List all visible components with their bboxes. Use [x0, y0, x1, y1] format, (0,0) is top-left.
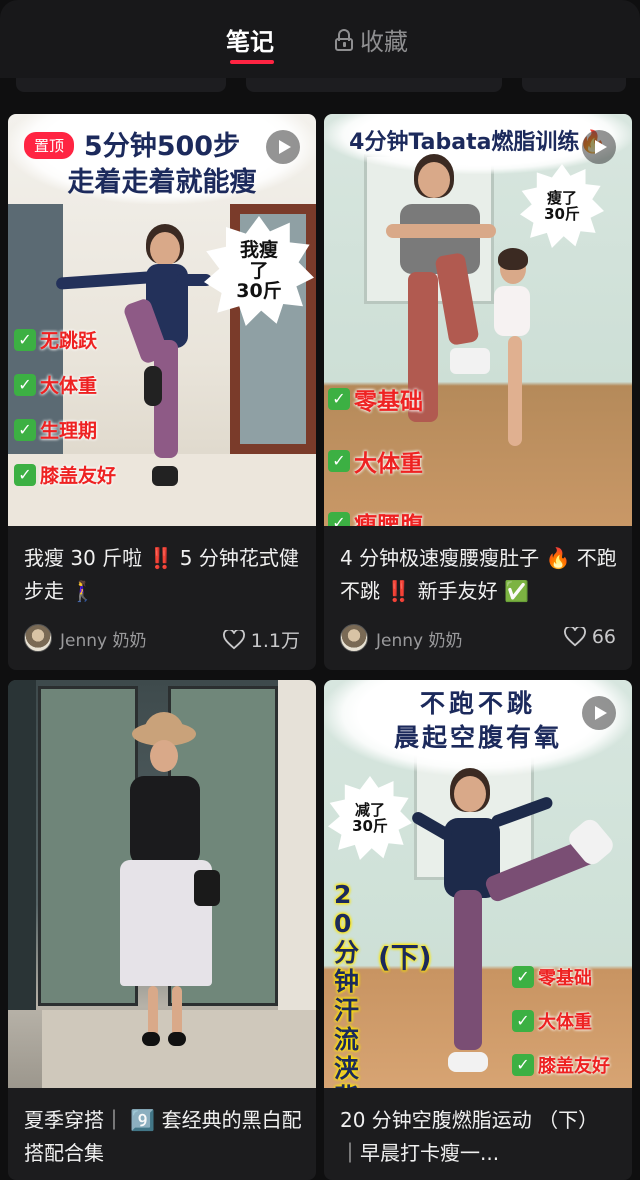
burst-line-2: 了 — [249, 259, 269, 282]
burst-line-1: 瘦了 — [546, 188, 577, 207]
check-icon: ✓ — [328, 388, 350, 410]
tab-favorites[interactable]: 收藏 — [334, 22, 408, 57]
note-thumbnail[interactable]: 4分钟Tabata燃脂训练🔥 瘦了 30斤 ✓ 零基础 ✓ 大体重 ✓ 瘦腰腹 — [324, 114, 632, 526]
checklist-item: ✓ 大体重 — [512, 1008, 610, 1034]
checklist-item: ✓ 零基础 — [328, 382, 423, 416]
previous-row-stub — [522, 78, 626, 92]
feature-checklist: ✓ 零基础 ✓ 大体重 ✓ 瘦腰腹 — [328, 382, 423, 526]
like-button[interactable]: 1.1万 — [222, 626, 300, 653]
tab-notes[interactable]: 笔记 — [226, 22, 274, 64]
tab-bar: 笔记 收藏 — [0, 0, 640, 78]
lock-icon — [334, 28, 354, 51]
tab-favorites-label: 收藏 — [360, 28, 408, 56]
heart-icon — [222, 629, 245, 649]
play-icon — [266, 130, 300, 164]
like-button[interactable]: 66 — [563, 626, 616, 648]
note-card[interactable]: 不跑不跳 晨起空腹有氧 减了 30斤 20分钟汗流浃背 (下) — [324, 680, 632, 1180]
check-icon: ✓ — [14, 463, 36, 486]
checklist-item: ✓ 瘦腰腹 — [328, 506, 423, 526]
note-thumbnail[interactable]: 不跑不跳 晨起空腹有氧 减了 30斤 20分钟汗流浃背 (下) — [324, 680, 632, 1088]
profile-notes-page: 笔记 收藏 5分钟500步 走着走着就能瘦 置顶 我瘦 了 30斤 ✓ 无跳跃 … — [0, 0, 640, 1180]
tab-notes-label: 笔记 — [226, 28, 274, 56]
burst-line-1: 减了 — [354, 800, 385, 819]
previous-row-stub — [16, 78, 226, 92]
check-icon: ✓ — [328, 512, 350, 526]
check-icon: ✓ — [14, 418, 36, 441]
checklist-item: ✓ 无跳跃 — [14, 326, 116, 353]
checklist-item: ✓ 生理期 — [14, 416, 116, 443]
like-count: 1.1万 — [250, 630, 300, 652]
check-icon: ✓ — [14, 373, 36, 396]
note-title[interactable]: 夏季穿搭｜ 9️⃣ 套经典的黑白配搭配合集 — [24, 1104, 302, 1170]
check-icon: ✓ — [512, 1010, 534, 1032]
avatar — [24, 624, 52, 652]
author-name: Jenny 奶奶 — [60, 630, 147, 651]
checklist-item: ✓ 膝盖友好 — [14, 461, 116, 488]
feature-checklist: ✓ 无跳跃 ✓ 大体重 ✓ 生理期 ✓ 膝盖友好 — [14, 326, 116, 488]
note-card[interactable]: 夏季穿搭｜ 9️⃣ 套经典的黑白配搭配合集 — [8, 680, 316, 1180]
burst-line-1: 我瘦 — [239, 238, 278, 261]
heart-icon — [563, 627, 586, 647]
checklist-item: ✓ 膝盖友好 — [512, 1052, 610, 1078]
pinned-badge: 置顶 — [24, 132, 75, 159]
active-tab-indicator — [230, 60, 274, 64]
weight-loss-burst: 瘦了 30斤 — [520, 164, 604, 248]
note-thumbnail[interactable]: 5分钟500步 走着走着就能瘦 置顶 我瘦 了 30斤 ✓ 无跳跃 ✓ 大体重 … — [8, 114, 316, 526]
part-label: (下) — [378, 941, 432, 974]
checklist-item: ✓ 大体重 — [328, 444, 423, 478]
author-name: Jenny 奶奶 — [376, 630, 463, 651]
burst-line-2: 30斤 — [352, 817, 388, 835]
weight-loss-burst: 减了 30斤 — [328, 776, 412, 860]
previous-row-stub — [246, 78, 502, 92]
note-title[interactable]: 20 分钟空腹燃脂运动 （下）｜早晨打卡瘦一... — [340, 1104, 618, 1170]
avatar — [340, 624, 368, 652]
note-title[interactable]: 4 分钟极速瘦腰瘦肚子 🔥 不跑不跳 ‼️ 新手友好 ✅ — [340, 542, 618, 608]
check-icon: ✓ — [512, 966, 534, 988]
like-count: 66 — [591, 626, 616, 648]
wall — [278, 680, 316, 1010]
play-icon — [582, 130, 616, 164]
note-card[interactable]: 5分钟500步 走着走着就能瘦 置顶 我瘦 了 30斤 ✓ 无跳跃 ✓ 大体重 … — [8, 114, 316, 670]
checklist-item: ✓ 零基础 — [512, 964, 610, 990]
burst-line-3: 30斤 — [236, 280, 282, 303]
note-title[interactable]: 我瘦 30 斤啦 ‼️ 5 分钟花式健步走 🚶‍♀️ — [24, 542, 302, 608]
door-frame — [8, 680, 36, 1010]
check-icon: ✓ — [512, 1054, 534, 1076]
banner-line-2: 走着走着就能瘦 — [67, 167, 257, 198]
play-icon — [582, 696, 616, 730]
vertical-duration-text: 20分钟汗流浃背 — [334, 880, 360, 1088]
note-card[interactable]: 4分钟Tabata燃脂训练🔥 瘦了 30斤 ✓ 零基础 ✓ 大体重 ✓ 瘦腰腹 … — [324, 114, 632, 670]
check-icon: ✓ — [328, 450, 350, 472]
check-icon: ✓ — [14, 328, 36, 351]
author[interactable]: Jenny 奶奶 — [340, 624, 463, 652]
note-thumbnail[interactable] — [8, 680, 316, 1088]
author[interactable]: Jenny 奶奶 — [24, 624, 147, 652]
checklist-item: ✓ 大体重 — [14, 371, 116, 398]
feature-checklist: ✓ 零基础 ✓ 大体重 ✓ 膝盖友好 — [512, 964, 610, 1078]
burst-line-2: 30斤 — [544, 205, 580, 223]
